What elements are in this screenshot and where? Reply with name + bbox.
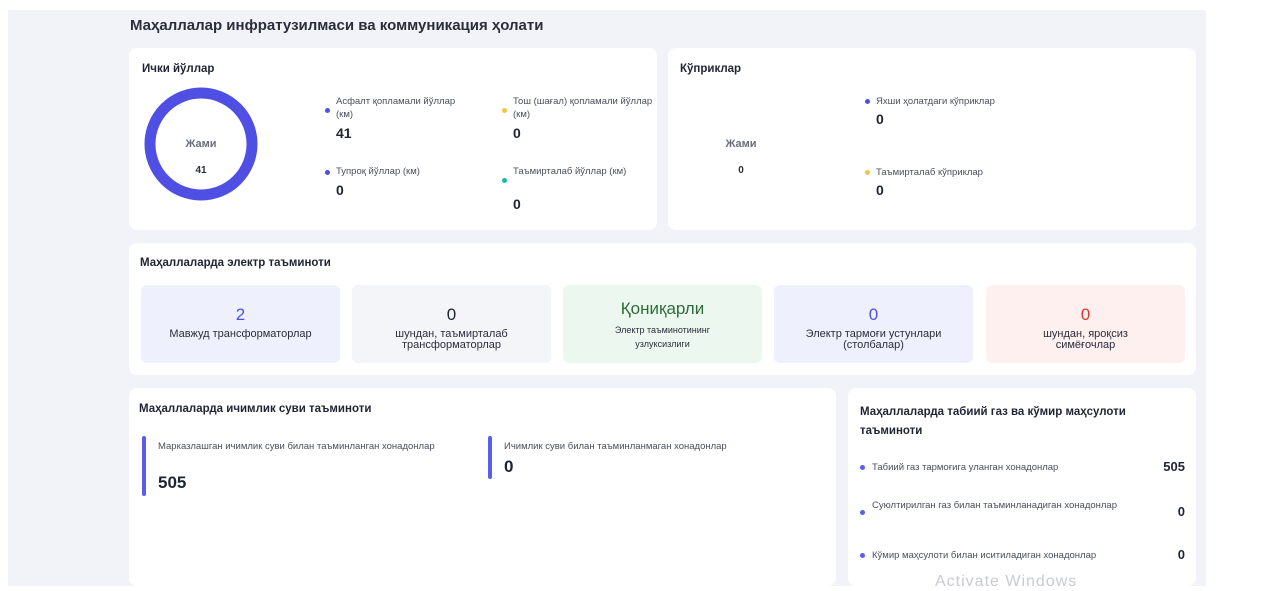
gas-row-label: Табиий газ тармоғига уланган хонадонлар xyxy=(872,462,1059,473)
stat-value: 505 xyxy=(158,473,187,492)
legend-dot-icon xyxy=(502,108,507,113)
stat-accent-bar xyxy=(488,436,492,479)
stat-value: 0 xyxy=(876,182,884,198)
stat-value: 41 xyxy=(336,125,352,141)
tile-label: Электр таъминотининг узлуксизлиги xyxy=(614,325,711,349)
gas-row-label: Кўмир маҳсулоти билан иситиладиган хонад… xyxy=(872,550,1097,561)
tile-transformers: 2 Мавжуд трансформаторлар xyxy=(141,285,340,363)
tile-value: 0 xyxy=(1080,305,1091,324)
tile-unusable-poles: 0 шундан, яроқсиз симёғочлар xyxy=(986,285,1185,363)
bridges-card-title: Кўприклар xyxy=(680,63,742,75)
tile-label: шундан, таъмирталаб трансформаторлар xyxy=(395,328,508,351)
tile-transformers-need-repair: 0 шундан, таъмирталаб трансформаторлар xyxy=(352,285,551,363)
donut-total-value: 41 xyxy=(195,165,207,176)
stat-value: 0 xyxy=(504,457,514,476)
stat-label: Яхши ҳолатдаги кўприклар xyxy=(876,96,995,107)
gas-row-label: Суюлтирилган газ билан таъминланадиган х… xyxy=(872,500,1117,511)
water-card-title: Маҳаллаларда ичимлик суви таъминоти xyxy=(139,403,372,415)
stat-label: Асфалт қопламали йўллар (км) xyxy=(336,96,456,120)
stat-value: 0 xyxy=(336,182,344,198)
electricity-card-title: Маҳаллаларда электр таъминоти xyxy=(140,257,331,269)
bridges-card: Кўприклар Жами 0 Яхши ҳолатдаги кўприкла… xyxy=(668,48,1196,230)
roads-card-title: Ички йўллар xyxy=(142,63,215,75)
stat-label: Таъмирталаб кўприклар xyxy=(876,167,983,178)
stat-value: 0 xyxy=(513,125,521,141)
donut-total-label: Жами xyxy=(185,138,217,150)
tile-value: Қониқарли xyxy=(620,299,705,318)
gas-row-coal: Кўмир маҳсулоти билан иситиладиган хонад… xyxy=(860,547,1185,566)
stat-value: 0 xyxy=(513,196,521,212)
tile-power-continuity: Қониқарли Электр таъминотининг узлуксизл… xyxy=(563,285,762,363)
tile-value: 2 xyxy=(235,305,246,324)
water-card: Маҳаллаларда ичимлик суви таъминоти Марк… xyxy=(129,388,836,586)
bridges-total-value: 0 xyxy=(738,165,744,176)
os-activation-watermark: Activate Windows xyxy=(935,573,1078,590)
bridges-total-label: Жами xyxy=(725,138,757,150)
gas-row-value: 0 xyxy=(1177,504,1185,519)
electricity-card: Маҳаллаларда электр таъминоти 2 Мавжуд т… xyxy=(129,243,1196,375)
stat-label: Таъмирталаб йўллар (км) xyxy=(513,166,627,177)
gas-row-liquefied-gas: Суюлтирилган газ билан таъминланадиган х… xyxy=(860,498,1185,528)
page-title: Маҳаллалар инфратузилмаси ва коммуникаци… xyxy=(130,17,544,34)
legend-dot-icon xyxy=(865,99,870,104)
stat-label: Марказлашган ичимлик суви билан таъминла… xyxy=(158,441,435,452)
stat-value: 0 xyxy=(876,111,884,127)
stat-accent-bar xyxy=(142,436,146,496)
tile-label: шундан, яроқсиз симёғочлар xyxy=(1043,328,1128,351)
tile-label: Мавжуд трансформаторлар xyxy=(169,328,312,340)
gas-coal-card: Маҳаллаларда табиий газ ва кўмир маҳсуло… xyxy=(848,388,1196,586)
legend-dot-icon xyxy=(325,108,330,113)
roads-card: Ички йўллар Жами 41 Асфалт қопламали йўл… xyxy=(129,48,657,230)
stat-label: Тош (шағал) қопламали йўллар (км) xyxy=(513,96,653,120)
gas-coal-card-title: Маҳаллаларда табиий газ ва кўмир маҳсуло… xyxy=(860,406,1126,437)
legend-dot-icon xyxy=(325,170,330,175)
legend-dot-icon xyxy=(502,178,507,183)
stat-label: Ичимлик суви билан таъминланмаган хонадо… xyxy=(504,441,727,452)
legend-dot-icon xyxy=(865,170,870,175)
stat-label: Тупроқ йўллар (км) xyxy=(336,166,420,177)
gas-row-value: 505 xyxy=(1163,459,1185,474)
bullet-dot-icon xyxy=(860,553,865,558)
gas-row-natural-gas: Табиий газ тармоғига уланган хонадонлар … xyxy=(860,459,1185,478)
bullet-dot-icon xyxy=(860,465,865,470)
tile-value: 0 xyxy=(446,305,457,324)
tile-label: Электр тармоғи устунлари (столбалар) xyxy=(805,328,942,351)
tile-power-poles: 0 Электр тармоғи устунлари (столбалар) xyxy=(774,285,973,363)
tile-value: 0 xyxy=(868,305,879,324)
bullet-dot-icon xyxy=(860,510,865,515)
gas-row-value: 0 xyxy=(1177,547,1185,562)
